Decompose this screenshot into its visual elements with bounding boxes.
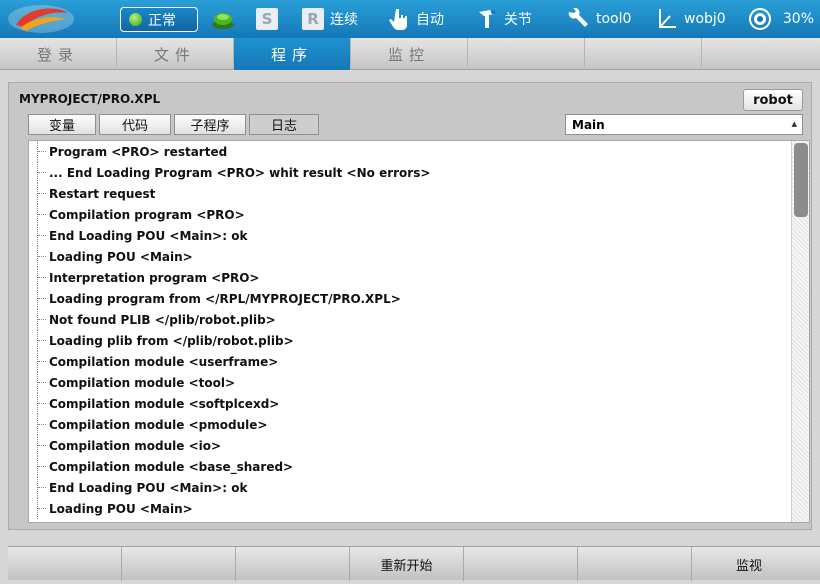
status-ok-icon — [129, 13, 142, 26]
bottom-button-6[interactable] — [578, 547, 692, 581]
speed-dial[interactable] — [748, 0, 772, 38]
main-tab-bar: 登录 文件 程序 监控 — [0, 38, 820, 70]
log-view[interactable]: Program <PRO> restarted... End Loading P… — [28, 140, 810, 523]
axis-frame-icon — [659, 9, 676, 28]
tab-empty-5[interactable] — [468, 38, 585, 70]
bottom-button-1[interactable] — [8, 547, 122, 581]
log-entry: Interpretation program <PRO> — [29, 267, 791, 288]
tab-program[interactable]: 程序 — [234, 38, 351, 70]
wobj-label: wobj0 — [684, 11, 726, 27]
log-entry: Compilation program <PRO> — [29, 204, 791, 225]
mode-status-button[interactable]: 正常 — [120, 7, 198, 32]
tab-empty-7[interactable] — [702, 38, 819, 70]
tab-monitor[interactable]: 监控 — [351, 38, 468, 70]
log-scroll-thumb[interactable] — [794, 143, 808, 217]
log-entry: ... End Loading Program <PRO> whit resul… — [29, 162, 791, 183]
log-entry: Compilation module <io> — [29, 435, 791, 456]
speed-percent: 30% — [782, 11, 814, 27]
subtab-subroutine[interactable]: 子程序 — [174, 114, 246, 135]
s-button[interactable]: S — [256, 0, 278, 38]
robot-arm-icon — [212, 13, 234, 29]
log-entry: Compilation module <softplcexd> — [29, 393, 791, 414]
continuous-toggle[interactable]: R 连续 — [302, 0, 358, 38]
s-button-label: S — [256, 8, 278, 30]
bottom-toolbar: 重新开始 监视 — [8, 546, 820, 581]
tool-label: tool0 — [596, 11, 632, 27]
log-entry: Loading plib from </plib/robot.plib> — [29, 330, 791, 351]
auto-label: 自动 — [416, 12, 444, 28]
log-entry: End Loading POU <Main>: ok — [29, 477, 791, 498]
project-path: MYPROJECT/PRO.XPL — [19, 92, 161, 106]
restart-button[interactable]: 重新开始 — [350, 547, 464, 581]
tab-file[interactable]: 文件 — [117, 38, 234, 70]
status-bar: 正常 S R 连续 自动 关节 tool0 wobj0 30% — [0, 0, 820, 38]
bottom-button-3[interactable] — [236, 547, 350, 581]
log-entry: Compilation module <tool> — [29, 372, 791, 393]
continuous-label: 连续 — [330, 12, 358, 28]
r-button-label: R — [302, 8, 324, 30]
tool-selector[interactable]: tool0 — [566, 0, 631, 38]
log-entry: Loading program from </RPL/MYPROJECT/PRO… — [29, 288, 791, 309]
subtab-log[interactable]: 日志 — [249, 114, 319, 135]
log-entry: Compilation module <base_shared> — [29, 456, 791, 477]
log-entry: Loading POU <Main> — [29, 498, 791, 519]
robot-button[interactable]: robot — [743, 89, 803, 111]
log-entry: End Loading POU <Main>: ok — [29, 225, 791, 246]
brand-logo-icon — [8, 5, 74, 33]
program-panel: MYPROJECT/PRO.XPL robot 变量 代码 子程序 日志 Mai… — [8, 82, 812, 530]
robot-arm-toggle[interactable] — [210, 0, 236, 38]
pou-select[interactable]: Main ▴ — [565, 114, 803, 135]
tab-empty-6[interactable] — [585, 38, 702, 70]
log-scrollbar[interactable] — [791, 141, 809, 522]
log-entry: Not found PLIB </plib/robot.plib> — [29, 309, 791, 330]
pou-select-value: Main — [572, 117, 605, 132]
speed-dial-icon — [749, 8, 771, 30]
tab-login[interactable]: 登录 — [0, 38, 117, 70]
bottom-button-5[interactable] — [464, 547, 578, 581]
subtab-variables[interactable]: 变量 — [28, 114, 96, 135]
log-entry: Restart request — [29, 183, 791, 204]
auto-mode-toggle[interactable]: 自动 — [388, 0, 444, 38]
monitor-button[interactable]: 监视 — [692, 547, 806, 581]
wobj-selector[interactable]: wobj0 — [656, 0, 726, 38]
joint-mode-toggle[interactable]: 关节 — [476, 0, 532, 38]
bottom-button-2[interactable] — [122, 547, 236, 581]
log-entry: Program <PRO> restarted — [29, 141, 791, 162]
log-entry: Compilation module <userframe> — [29, 351, 791, 372]
joint-icon — [479, 10, 495, 28]
mode-label: 正常 — [148, 12, 176, 29]
hand-pointer-icon — [389, 9, 407, 30]
subtab-code[interactable]: 代码 — [99, 114, 171, 135]
joint-label: 关节 — [504, 12, 532, 28]
log-list: Program <PRO> restarted... End Loading P… — [29, 141, 791, 519]
log-entry: Loading POU <Main> — [29, 246, 791, 267]
wrench-icon — [568, 8, 588, 27]
log-entry: Compilation module <pmodule> — [29, 414, 791, 435]
select-updown-icon: ▴ — [791, 117, 797, 130]
